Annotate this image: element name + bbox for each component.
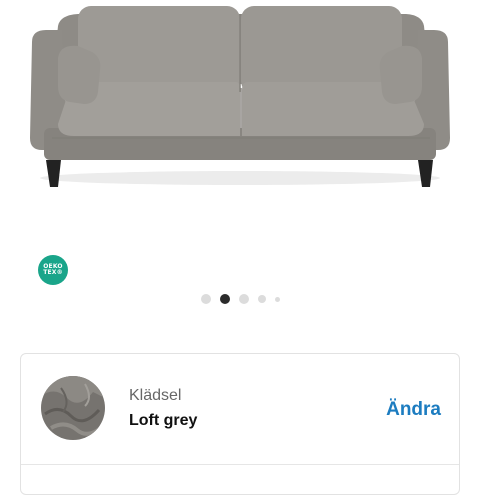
carousel-dot-5[interactable] <box>274 296 280 302</box>
upholstery-label: Klädsel <box>129 387 182 404</box>
carousel-dot-1[interactable] <box>200 294 211 304</box>
upholstery-option-card: Klädsel Loft grey Ändra <box>20 353 460 495</box>
oeko-tex-line2: TEX® <box>43 269 63 276</box>
carousel-dot-3[interactable] <box>238 294 249 304</box>
carousel-dot-2-active[interactable] <box>219 294 230 304</box>
carousel-dot-4[interactable] <box>257 295 266 303</box>
change-upholstery-link[interactable]: Ändra <box>386 399 441 421</box>
product-image-sofa <box>30 6 450 187</box>
fabric-swatch-icon <box>41 376 105 440</box>
card-divider <box>21 464 459 465</box>
carousel-pagination <box>0 293 480 305</box>
upholstery-value: Loft grey <box>129 412 198 429</box>
oeko-tex-badge-icon: OEKO TEX® <box>38 255 68 285</box>
